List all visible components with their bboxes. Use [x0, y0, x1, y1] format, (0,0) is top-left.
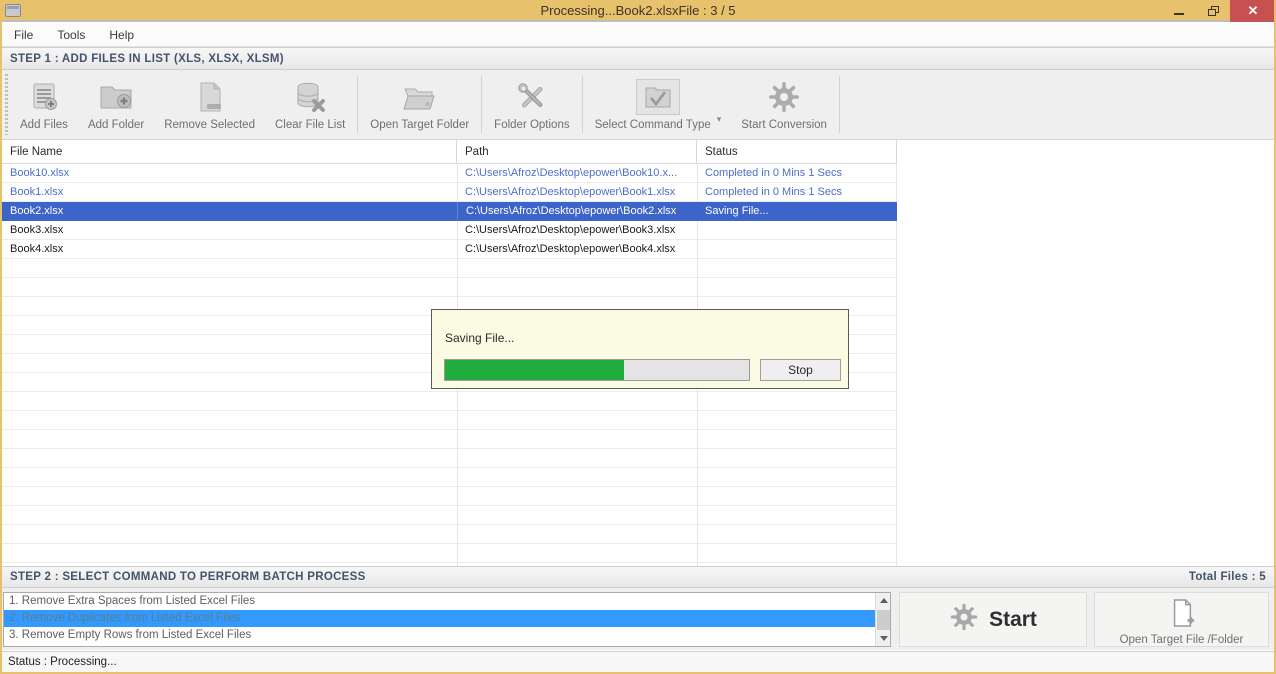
status-bar: Status : Processing... [2, 651, 1274, 672]
folder-options-button[interactable]: Folder Options [484, 70, 579, 139]
menu-bar: File Tools Help [2, 24, 1274, 47]
restore-icon [1207, 6, 1219, 16]
step2-label: STEP 2 : SELECT COMMAND TO PERFORM BATCH… [10, 571, 366, 583]
total-files-count: Total Files : 5 [1188, 571, 1266, 583]
restore-button[interactable] [1196, 0, 1230, 22]
open-target-label: Open Target File /Folder [1119, 633, 1244, 646]
select-command-type-button[interactable]: Select Command Type ▾ [585, 70, 732, 139]
folder-options-icon [515, 79, 549, 115]
window-title: Processing...Book2.xlsxFile : 3 / 5 [540, 2, 736, 18]
file-table-header: File Name Path Status [2, 140, 897, 164]
command-item[interactable]: 3. Remove Empty Rows from Listed Excel F… [4, 627, 890, 644]
add-folder-icon [98, 79, 134, 115]
remove-selected-button[interactable]: Remove Selected [154, 70, 265, 139]
column-header-file-name[interactable]: File Name [2, 140, 457, 163]
minimize-button[interactable] [1162, 0, 1196, 22]
start-conversion-icon [767, 79, 801, 115]
title-bar: Processing...Book2.xlsxFile : 3 / 5 ✕ [2, 0, 1274, 22]
column-header-path[interactable]: Path [457, 140, 697, 163]
toolbar-separator [481, 76, 483, 133]
menu-file[interactable]: File [2, 25, 45, 45]
clear-file-list-icon [293, 79, 327, 115]
toolbar-separator [838, 76, 840, 133]
start-conversion-button[interactable]: Start Conversion [731, 70, 837, 139]
table-row[interactable]: Book3.xlsx C:\Users\Afroz\Desktop\epower… [2, 221, 897, 240]
close-icon: ✕ [1247, 3, 1259, 18]
scroll-up-icon[interactable] [876, 593, 890, 608]
table-row[interactable]: Book10.xlsx C:\Users\Afroz\Desktop\epowe… [2, 164, 897, 183]
progress-dialog: Saving File... Stop [431, 309, 849, 389]
menu-tools[interactable]: Tools [45, 25, 97, 45]
add-folder-button[interactable]: Add Folder [78, 70, 154, 139]
start-button[interactable]: Start [899, 592, 1087, 647]
command-item[interactable]: 1. Remove Extra Spaces from Listed Excel… [4, 593, 890, 610]
column-header-status[interactable]: Status [697, 140, 897, 163]
step1-label: STEP 1 : ADD FILES IN LIST (XLS, XLSX, X… [10, 52, 284, 65]
open-target-folder-icon [400, 79, 440, 115]
start-button-label: Start [989, 607, 1037, 631]
table-row-selected[interactable]: Book2.xlsx C:\Users\Afroz\Desktop\epower… [2, 202, 897, 221]
toolbar: Add Files Add Folder Remove Selected Cle… [2, 70, 1274, 140]
stop-button[interactable]: Stop [760, 359, 841, 381]
listbox-scrollbar[interactable] [875, 593, 890, 646]
progress-message: Saving File... [445, 331, 515, 345]
scroll-down-icon[interactable] [876, 631, 890, 646]
scrollbar-thumb[interactable] [877, 610, 890, 630]
toolbar-separator [581, 76, 583, 133]
command-listbox[interactable]: 1. Remove Extra Spaces from Listed Excel… [3, 592, 891, 647]
toolbar-separator [357, 76, 359, 133]
bottom-panel: 1. Remove Extra Spaces from Listed Excel… [2, 588, 1274, 650]
menu-help[interactable]: Help [97, 25, 146, 45]
table-row[interactable]: Book1.xlsx C:\Users\Afroz\Desktop\epower… [2, 183, 897, 202]
progress-fill [445, 360, 625, 380]
close-button[interactable]: ✕ [1230, 0, 1274, 22]
app-window: Processing...Book2.xlsxFile : 3 / 5 ✕ Fi… [0, 0, 1276, 674]
chevron-down-icon[interactable]: ▾ [717, 114, 722, 125]
step1-header: STEP 1 : ADD FILES IN LIST (XLS, XLSX, X… [2, 47, 1274, 70]
gear-icon [949, 602, 979, 637]
table-row[interactable]: Book4.xlsx C:\Users\Afroz\Desktop\epower… [2, 240, 897, 259]
add-files-button[interactable]: Add Files [10, 70, 78, 139]
remove-selected-icon [194, 79, 226, 115]
select-command-type-icon [635, 79, 680, 115]
step2-header: STEP 2 : SELECT COMMAND TO PERFORM BATCH… [2, 566, 1274, 588]
clear-file-list-button[interactable]: Clear File List [265, 70, 355, 139]
progress-bar [444, 359, 750, 381]
add-files-icon [27, 79, 61, 115]
status-text: Status : Processing... [8, 656, 117, 668]
file-plus-icon [1169, 598, 1195, 633]
open-target-folder-button[interactable]: Open Target Folder [360, 70, 479, 139]
command-item-selected[interactable]: 2. Remove Duplicates from Listed Excel F… [4, 610, 890, 627]
open-target-file-button[interactable]: Open Target File /Folder [1094, 592, 1269, 647]
